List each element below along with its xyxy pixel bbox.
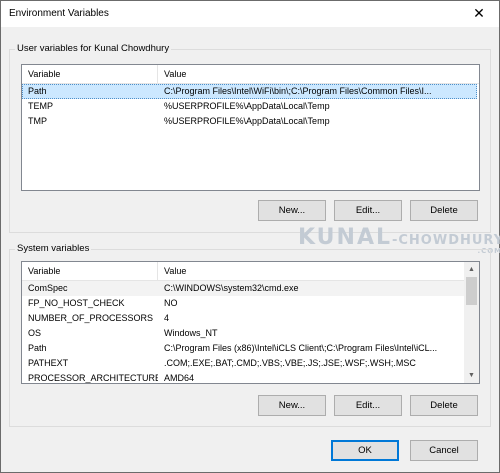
variable-value: 4: [164, 313, 170, 323]
window-title: Environment Variables: [9, 8, 109, 19]
variable-value: %USERPROFILE%\AppData\Local\Temp: [164, 101, 330, 111]
variable-value: Windows_NT: [164, 328, 218, 338]
scroll-down-icon[interactable]: ▼: [464, 368, 479, 383]
column-header-variable[interactable]: Variable: [22, 65, 158, 83]
variable-name: TMP: [28, 116, 47, 126]
table-row[interactable]: TMP %USERPROFILE%\AppData\Local\Temp: [22, 114, 477, 129]
scroll-up-icon[interactable]: ▲: [464, 262, 479, 277]
variable-name: FP_NO_HOST_CHECK: [28, 298, 125, 308]
list-header: Variable Value: [22, 65, 479, 84]
variable-value: .COM;.EXE;.BAT;.CMD;.VBS;.VBE;.JS;.JSE;.…: [164, 358, 416, 368]
column-header-value[interactable]: Value: [158, 262, 464, 280]
watermark-second: CHOWDHURY: [398, 233, 500, 248]
table-row[interactable]: FP_NO_HOST_CHECK NO: [22, 296, 464, 311]
variable-value: AMD64: [164, 373, 195, 383]
variable-name: Path: [28, 343, 47, 353]
scrollbar-thumb[interactable]: [466, 277, 477, 305]
table-row[interactable]: PROCESSOR_ARCHITECTURE AMD64: [22, 371, 464, 383]
list-header: Variable Value: [22, 262, 464, 281]
environment-variables-dialog: Environment Variables ✕ User variables f…: [0, 0, 500, 473]
table-row[interactable]: ComSpec C:\WINDOWS\system32\cmd.exe: [22, 281, 464, 296]
user-edit-button[interactable]: Edit...: [334, 200, 402, 221]
system-edit-button[interactable]: Edit...: [334, 395, 402, 416]
system-variables-list[interactable]: Variable Value ComSpec C:\WINDOWS\system…: [21, 261, 480, 384]
kunal-chowdhury-watermark: KUNAL-CHOWDHURY .COM: [298, 225, 500, 255]
cancel-button[interactable]: Cancel: [410, 440, 478, 461]
variable-value: %USERPROFILE%\AppData\Local\Temp: [164, 116, 330, 126]
variable-value: C:\WINDOWS\system32\cmd.exe: [164, 283, 299, 293]
table-row[interactable]: TEMP %USERPROFILE%\AppData\Local\Temp: [22, 99, 477, 114]
table-row[interactable]: NUMBER_OF_PROCESSORS 4: [22, 311, 464, 326]
vertical-scrollbar[interactable]: ▲ ▼: [464, 262, 479, 383]
variable-value: NO: [164, 298, 178, 308]
variable-name: PATHEXT: [28, 358, 69, 368]
user-variables-list[interactable]: Variable Value Path C:\Program Files\Int…: [21, 64, 480, 191]
table-row[interactable]: PATHEXT .COM;.EXE;.BAT;.CMD;.VBS;.VBE;.J…: [22, 356, 464, 371]
column-header-value[interactable]: Value: [158, 65, 479, 83]
title-bar: Environment Variables ✕: [1, 1, 499, 27]
variable-name: ComSpec: [28, 283, 68, 293]
system-delete-button[interactable]: Delete: [410, 395, 478, 416]
ok-button[interactable]: OK: [331, 440, 399, 461]
table-row[interactable]: Path C:\Program Files\Intel\WiFi\bin\;C:…: [22, 84, 477, 99]
variable-name: Path: [28, 86, 47, 96]
table-row[interactable]: OS Windows_NT: [22, 326, 464, 341]
variable-name: NUMBER_OF_PROCESSORS: [28, 313, 154, 323]
user-delete-button[interactable]: Delete: [410, 200, 478, 221]
system-new-button[interactable]: New...: [258, 395, 326, 416]
close-icon[interactable]: ✕: [465, 3, 493, 23]
variable-value: C:\Program Files\Intel\WiFi\bin\;C:\Prog…: [164, 86, 432, 96]
variable-name: PROCESSOR_ARCHITECTURE: [28, 373, 158, 383]
user-new-button[interactable]: New...: [258, 200, 326, 221]
variable-name: OS: [28, 328, 42, 338]
column-header-variable[interactable]: Variable: [22, 262, 158, 280]
user-variables-label: User variables for Kunal Chowdhury: [15, 43, 172, 54]
table-row[interactable]: Path C:\Program Files (x86)\Intel\iCLS C…: [22, 341, 464, 356]
system-variables-label: System variables: [15, 243, 92, 254]
variable-name: TEMP: [28, 101, 54, 111]
variable-value: C:\Program Files (x86)\Intel\iCLS Client…: [164, 343, 438, 353]
watermark-main: KUNAL: [298, 225, 392, 250]
